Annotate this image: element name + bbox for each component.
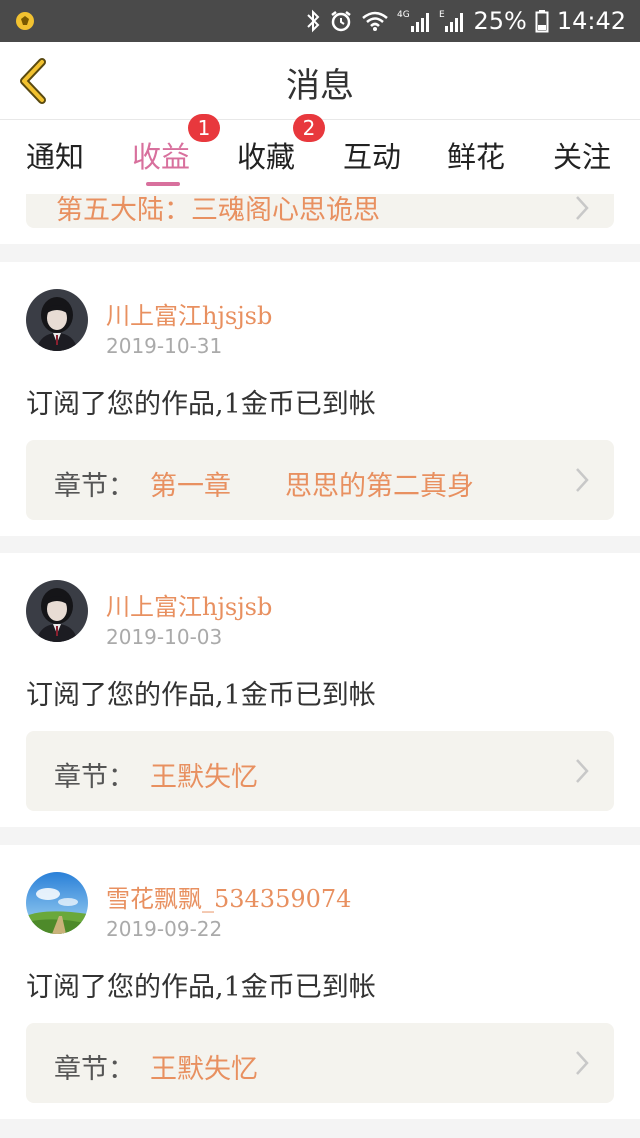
chapter-link[interactable]: 章节： 王默失忆 [26, 1023, 614, 1103]
clock: 14:42 [556, 7, 626, 35]
user-name[interactable]: 雪花飘飘_534359074 [106, 879, 351, 914]
timestamp: 2019-09-22 [106, 917, 223, 941]
signal-e-icon: E [439, 7, 465, 35]
message-text: 订阅了您的作品,1金币已到帐 [26, 389, 376, 420]
user-name[interactable]: 川上富江hjsjsb [106, 587, 272, 622]
avatar[interactable] [26, 289, 88, 351]
signal-4g-icon: 4G [397, 7, 431, 35]
list-item: 雪花飘飘_534359074 2019-09-22 订阅了您的作品,1金币已到帐… [0, 845, 640, 1119]
list-item: 川上富江hjsjsb 2019-10-03 订阅了您的作品,1金币已到帐 章节：… [0, 553, 640, 827]
status-bar: 4G E 25% 14:42 [0, 0, 640, 42]
tab-flowers[interactable]: 鲜花 [447, 134, 505, 176]
user-name[interactable]: 川上富江hjsjsb [106, 296, 272, 331]
chapter-value: 第一章 思思的第二真身 [150, 471, 474, 502]
chapter-value: 王默失忆 [150, 762, 258, 793]
message-text: 订阅了您的作品,1金币已到帐 [26, 972, 376, 1003]
chapter-value: 王默失忆 [150, 1054, 258, 1085]
header-bar: 消息 [0, 42, 640, 120]
notification-icon [14, 10, 36, 32]
tab-bar: 通知 收益 收藏 互动 鲜花 关注 1 2 [0, 114, 640, 194]
chevron-right-icon [576, 468, 589, 492]
wifi-icon [361, 7, 389, 35]
chapter-link[interactable]: 章节： 第一章 思思的第二真身 [26, 440, 614, 520]
timestamp: 2019-10-03 [106, 625, 223, 649]
chevron-right-icon [576, 196, 589, 220]
chapter-link[interactable]: 章节： 王默失忆 [26, 731, 614, 811]
girl-avatar-icon [26, 580, 88, 642]
earnings-badge: 1 [188, 114, 220, 142]
tab-favorites[interactable]: 收藏 [237, 134, 295, 176]
bluetooth-icon [305, 7, 321, 35]
network-label: 4G [397, 10, 410, 20]
favorites-badge: 2 [293, 114, 325, 142]
message-feed: 第五大陆：三魂阁心思诡思 川上富江hjsjsb 2019-10-31 订阅了您的… [0, 194, 640, 1138]
active-tab-indicator [146, 182, 180, 186]
message-text: 订阅了您的作品,1金币已到帐 [26, 680, 376, 711]
battery-percent: 25% [473, 7, 527, 35]
list-item: 第五大陆：三魂阁心思诡思 [0, 194, 640, 244]
chapter-value: 第五大陆：三魂阁心思诡思 [56, 195, 380, 226]
tab-earnings[interactable]: 收益 [132, 134, 190, 176]
chapter-label: 章节： [54, 762, 135, 793]
tab-interactions[interactable]: 互动 [343, 134, 401, 176]
chapter-link[interactable]: 第五大陆：三魂阁心思诡思 [26, 194, 614, 228]
timestamp: 2019-10-31 [106, 334, 223, 358]
list-item: 川上富江hjsjsb 2019-10-31 订阅了您的作品,1金币已到帐 章节：… [0, 262, 640, 536]
avatar[interactable] [26, 580, 88, 642]
chapter-label: 章节： [54, 471, 135, 502]
tab-following[interactable]: 关注 [553, 134, 611, 176]
alarm-icon [329, 7, 353, 35]
battery-icon [535, 7, 549, 35]
page-title: 消息 [286, 66, 354, 106]
landscape-avatar-icon [26, 872, 88, 934]
svg-text:E: E [439, 10, 445, 20]
girl-avatar-icon [26, 289, 88, 351]
tab-notifications[interactable]: 通知 [26, 134, 84, 176]
chevron-right-icon [576, 1051, 589, 1075]
chevron-right-icon [576, 759, 589, 783]
avatar[interactable] [26, 872, 88, 934]
chapter-label: 章节： [54, 1054, 135, 1085]
